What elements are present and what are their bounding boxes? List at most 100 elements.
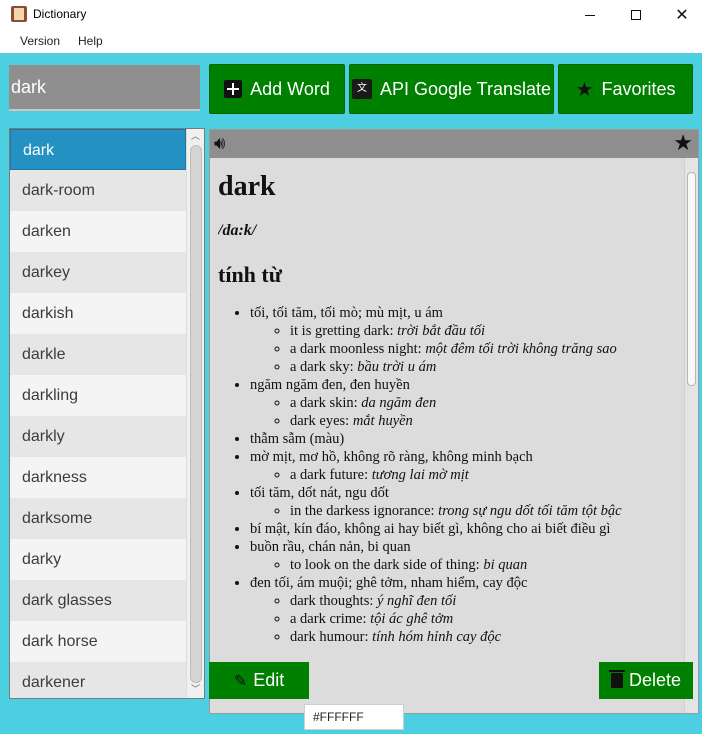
star-icon: ★ <box>575 77 594 101</box>
example-item: a dark skin: da ngăm đen <box>290 394 683 412</box>
word-list-item[interactable]: darkly <box>10 416 186 457</box>
word-list-item[interactable]: darksome <box>10 498 186 539</box>
sense-meaning: bí mật, kín đáo, không ai hay biết gì, k… <box>250 521 611 537</box>
close-icon: ✕ <box>675 5 689 24</box>
maximize-button[interactable] <box>613 0 659 30</box>
favorites-label: Favorites <box>601 78 676 99</box>
speaker-icon[interactable]: 🔊︎ <box>214 134 225 154</box>
example-vietnamese: một đêm tối trời không trăng sao <box>425 341 617 357</box>
example-vietnamese: tính hóm hỉnh cay độc <box>372 629 502 645</box>
example-english: dark eyes: <box>290 413 353 429</box>
example-english: it is gretting dark: <box>290 323 398 339</box>
example-vietnamese: trong sự ngu dốt tối tăm tột bậc <box>438 503 622 519</box>
word-list[interactable]: dark dark-room darken darkey darkish darkle da… <box>9 128 205 699</box>
favorites-button[interactable]: ★ Favorites <box>558 64 693 114</box>
example-list: in the darkess ignorance: trong sự ngu d… <box>250 502 683 520</box>
word-list-items: dark dark-room darken darkey darkish darkle da… <box>10 129 204 698</box>
main-area: Add Word 文 API Google Translate ★ Favori… <box>0 53 707 734</box>
example-english: dark humour: <box>290 629 373 645</box>
example-item: dark eyes: mắt huyền <box>290 412 683 430</box>
word-list-item[interactable]: dark glasses <box>10 580 186 621</box>
sense-item: bí mật, kín đáo, không ai hay biết gì, k… <box>250 520 683 538</box>
word-list-item[interactable]: dark <box>10 129 186 170</box>
example-item: a dark sky: bầu trời u ám <box>290 358 683 376</box>
word-list-scrollbar[interactable]: ︿ ﹀ <box>186 129 204 698</box>
word-list-item[interactable]: darkness <box>10 457 186 498</box>
menu-bar: Version Help <box>0 30 707 53</box>
api-google-translate-label: API Google Translate <box>379 78 552 99</box>
menu-version[interactable]: Version <box>20 34 60 48</box>
color-picker-field[interactable]: #FFFFFF <box>304 704 404 730</box>
sense-meaning: thẫm sẫm (màu) <box>250 431 345 447</box>
example-english: a dark future: <box>290 467 372 483</box>
example-vietnamese: mắt huyền <box>352 413 413 429</box>
sense-item: mờ mịt, mơ hồ, không rõ ràng, không minh… <box>250 448 683 484</box>
word-list-item[interactable]: darkish <box>10 293 186 334</box>
api-google-translate-button[interactable]: 文 API Google Translate <box>349 64 554 114</box>
example-item: a dark future: tương lai mờ mịt <box>290 466 683 484</box>
word-list-item[interactable]: dark horse <box>10 621 186 662</box>
example-item: dark humour: tính hóm hỉnh cay độc <box>290 628 683 646</box>
example-list: a dark skin: da ngăm đendark eyes: mắt h… <box>250 394 683 430</box>
pronunciation: /da:k/ <box>218 222 257 239</box>
example-vietnamese: tội ác ghê tởm <box>370 611 454 627</box>
edit-button[interactable]: ✎ Edit <box>209 662 309 699</box>
definition-scrollbar[interactable] <box>684 158 698 713</box>
example-list: to look on the dark side of thing: bi qu… <box>250 556 683 574</box>
scroll-up-icon[interactable]: ︿ <box>187 130 204 144</box>
word-list-item[interactable]: darkling <box>10 375 186 416</box>
example-vietnamese: tương lai mờ mịt <box>371 467 469 483</box>
word-list-item[interactable]: darkener <box>10 662 186 698</box>
definition-content: dark /da:k/ tính từ tối, tối tăm, tối mò… <box>218 158 683 713</box>
delete-button[interactable]: Delete <box>599 662 693 699</box>
example-item: dark thoughts: ý nghĩ đen tối <box>290 592 683 610</box>
add-word-button[interactable]: Add Word <box>209 64 345 114</box>
example-vietnamese: da ngăm đen <box>361 395 437 411</box>
definition-header: 🔊︎ ★ <box>210 130 698 158</box>
menu-help[interactable]: Help <box>78 34 103 48</box>
sense-meaning: ngăm ngăm đen, đen huyền <box>250 377 410 393</box>
example-item: in the darkess ignorance: trong sự ngu d… <box>290 502 683 520</box>
word-list-item[interactable]: dark-room <box>10 170 186 211</box>
sense-meaning: tối, tối tăm, tối mò; mù mịt, u ám <box>250 305 443 321</box>
minimize-button[interactable] <box>567 0 613 30</box>
word-list-scroll-thumb[interactable] <box>190 145 202 683</box>
example-english: a dark skin: <box>290 395 362 411</box>
example-vietnamese: ý nghĩ đen tối <box>377 593 457 609</box>
part-of-speech: tính từ <box>218 262 282 287</box>
sense-meaning: tối tăm, dốt nát, ngu dốt <box>250 485 389 501</box>
example-item: a dark crime: tội ác ghê tởm <box>290 610 683 628</box>
title-bar: Dictionary ✕ <box>0 0 707 30</box>
definition-scroll-thumb[interactable] <box>687 172 696 386</box>
scroll-down-icon[interactable]: ﹀ <box>187 683 204 697</box>
trash-icon <box>608 670 625 688</box>
word-list-item[interactable]: darken <box>10 211 186 252</box>
sense-item: ngăm ngăm đen, đen huyềna dark skin: da … <box>250 376 683 430</box>
word-list-item[interactable]: darkey <box>10 252 186 293</box>
example-item: to look on the dark side of thing: bi qu… <box>290 556 683 574</box>
example-list: it is gretting dark: trời bắt đầu tốia d… <box>250 322 683 376</box>
search-input[interactable] <box>9 65 200 111</box>
example-english: a dark sky: <box>290 359 358 375</box>
add-word-label: Add Word <box>250 78 330 99</box>
example-english: dark thoughts: <box>290 593 377 609</box>
maximize-icon <box>631 10 641 20</box>
example-english: a dark crime: <box>290 611 371 627</box>
minimize-icon <box>585 14 595 16</box>
example-vietnamese: trời bắt đầu tối <box>397 323 486 339</box>
edit-icon: ✎ <box>233 671 248 690</box>
sense-meaning: mờ mịt, mơ hồ, không rõ ràng, không minh… <box>250 449 533 465</box>
sense-item: thẫm sẫm (màu) <box>250 430 683 448</box>
example-vietnamese: bầu trời u ám <box>357 359 437 375</box>
example-item: a dark moonless night: một đêm tối trời … <box>290 340 683 358</box>
example-list: dark thoughts: ý nghĩ đen tốia dark crim… <box>250 592 683 646</box>
word-list-item[interactable]: darky <box>10 539 186 580</box>
edit-label: Edit <box>253 670 285 690</box>
sense-meaning: buồn rầu, chán nản, bi quan <box>250 539 411 555</box>
delete-label: Delete <box>628 670 682 690</box>
definition-word: dark <box>218 171 276 202</box>
favorite-star-icon[interactable]: ★ <box>673 132 693 156</box>
close-button[interactable]: ✕ <box>659 0 705 30</box>
word-list-item[interactable]: darkle <box>10 334 186 375</box>
sense-item: tối tăm, dốt nát, ngu dốtin the darkess … <box>250 484 683 520</box>
